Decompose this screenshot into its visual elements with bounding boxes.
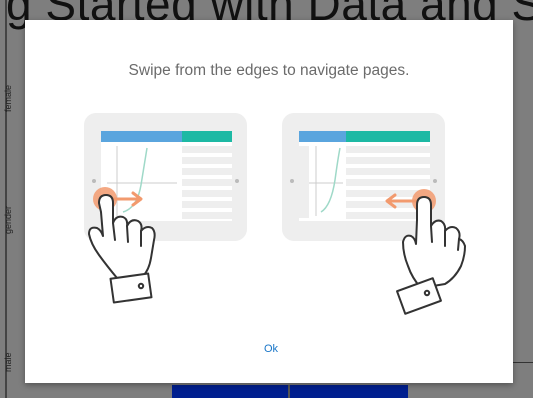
hand-cuff <box>109 272 153 304</box>
left-tablet-illustration <box>84 113 247 304</box>
swipe-illustration <box>84 113 466 315</box>
header-blue-bar <box>299 131 346 142</box>
swipe-help-dialog: Swipe from the edges to navigate pages. <box>25 20 513 383</box>
chart-bar <box>172 385 288 398</box>
header-teal-bar <box>346 131 430 142</box>
right-tablet-illustration <box>282 113 466 315</box>
chart-axis-line <box>5 0 7 398</box>
header-blue-bar <box>101 131 182 142</box>
y-label-female: female <box>3 84 13 112</box>
header-teal-bar <box>182 131 232 142</box>
hand-cuff <box>396 277 442 315</box>
y-label-male: male <box>3 352 13 372</box>
chart-bar <box>290 385 408 398</box>
y-label-gender: gender <box>3 205 13 234</box>
chart-gridline <box>513 362 533 363</box>
ok-button[interactable]: Ok <box>249 343 293 361</box>
